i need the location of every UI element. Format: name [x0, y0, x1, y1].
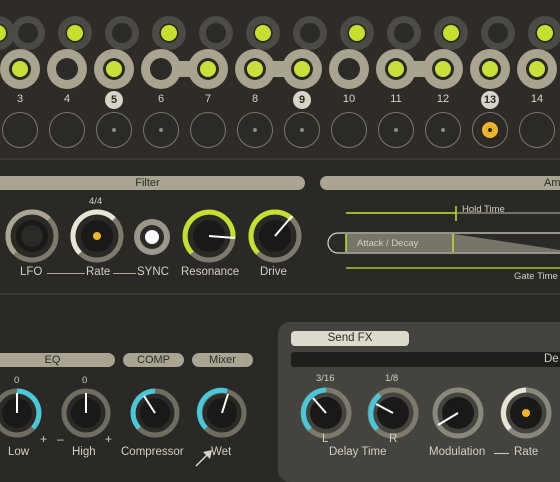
- delay-left-knob[interactable]: [300, 387, 352, 439]
- link-line: [494, 453, 509, 454]
- modulation-label: Modulation: [429, 446, 486, 458]
- delay-time-label: Delay Time: [329, 446, 387, 458]
- send-fx-knobs: [300, 387, 552, 439]
- l-label: L: [322, 433, 329, 445]
- r-label: R: [389, 433, 398, 445]
- rate-fx-label: Rate: [514, 446, 539, 458]
- modulation-knob[interactable]: [432, 387, 484, 439]
- delay-right-knob[interactable]: [367, 387, 419, 439]
- rate-knob-fx[interactable]: [500, 387, 552, 439]
